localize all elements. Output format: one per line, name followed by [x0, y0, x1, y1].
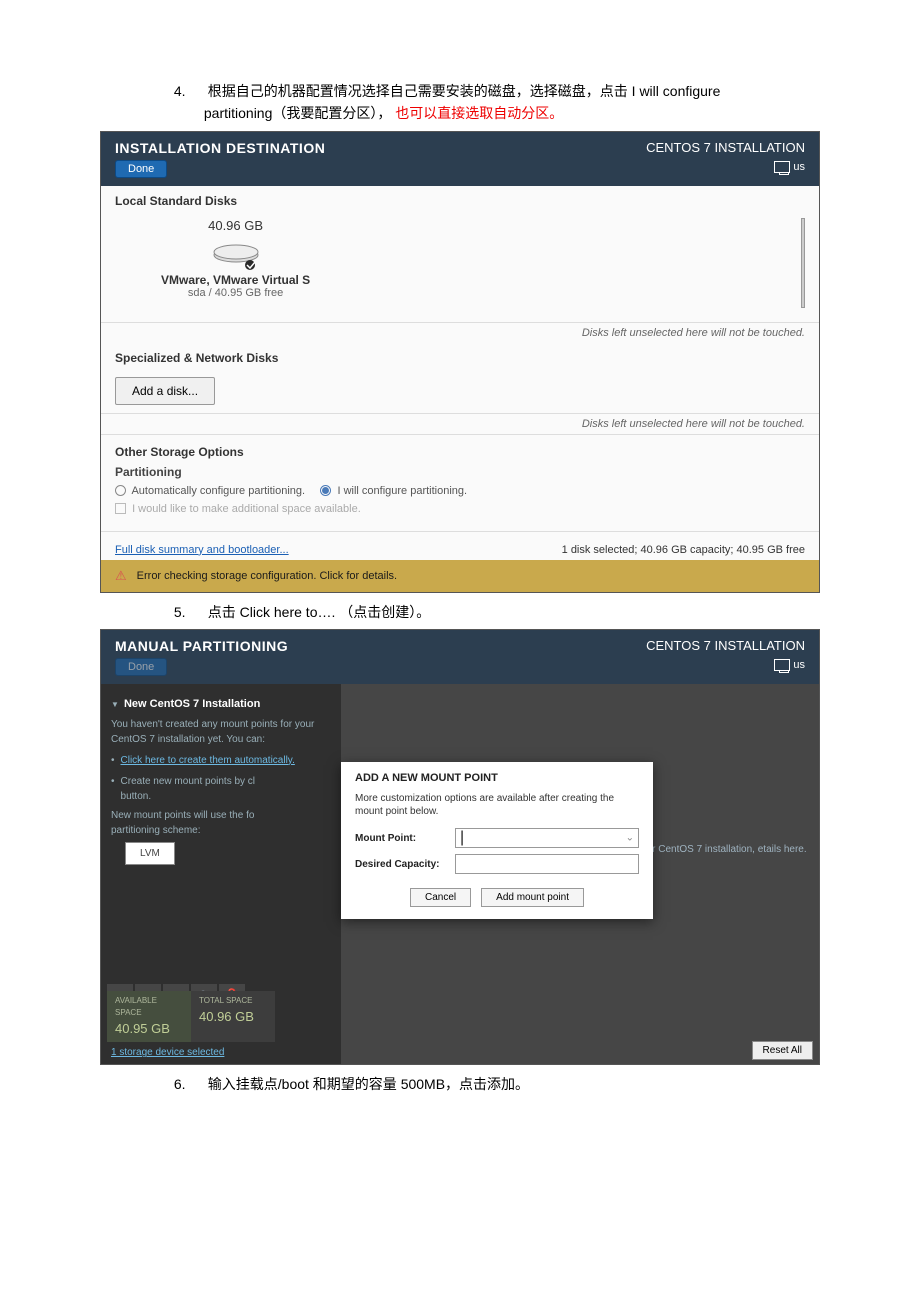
- step-5-instruction: 5. 点击 Click here to…. （点击创建）。: [100, 601, 820, 623]
- step4-text-a: 根据自己的机器配置情况选择自己需要安装的磁盘，选择磁盘，点击 I will co…: [208, 83, 721, 99]
- hint-text-2: Disks left unselected here will not be t…: [101, 413, 819, 434]
- chevron-down-icon[interactable]: ⌄: [626, 833, 634, 844]
- step4-number: 4.: [174, 80, 204, 102]
- step6-number: 6.: [174, 1073, 204, 1095]
- scrollbar[interactable]: [801, 218, 805, 308]
- reset-all-button[interactable]: Reset All: [752, 1041, 813, 1060]
- scheme-text-b: partitioning scheme:: [111, 825, 201, 836]
- step4-text-red: 也可以直接选取自动分区。: [395, 105, 563, 121]
- partition-scheme-select[interactable]: LVM: [125, 842, 175, 865]
- screenshot-manual-partitioning: MANUAL PARTITIONING Done CENTOS 7 INSTAL…: [100, 629, 820, 1065]
- screenshot-installation-destination: INSTALLATION DESTINATION Done CENTOS 7 I…: [100, 131, 820, 593]
- done-button-2[interactable]: Done: [115, 658, 167, 676]
- local-disks-heading: Local Standard Disks: [101, 186, 819, 212]
- radio-manual-configure[interactable]: [320, 485, 331, 496]
- new-install-title: ▼ New CentOS 7 Installation: [111, 696, 331, 713]
- bullet-icon-2: •: [111, 774, 115, 789]
- header-2: MANUAL PARTITIONING Done CENTOS 7 INSTAL…: [101, 630, 819, 684]
- checkbox-additional-space: [115, 503, 126, 514]
- radio-auto-configure[interactable]: [115, 485, 126, 496]
- no-mount-points-text: You haven't created any mount points for…: [111, 717, 331, 747]
- disk-item[interactable]: 40.96 GB VMware, VMware Virtual S sda / …: [161, 218, 310, 299]
- add-disk-button[interactable]: Add a disk...: [115, 377, 215, 405]
- total-space: TOTAL SPACE 40.96 GB: [191, 991, 275, 1043]
- radio-manual-label: I will configure partitioning.: [337, 485, 467, 497]
- disk-summary-link[interactable]: Full disk summary and bootloader...: [115, 544, 289, 556]
- error-bar[interactable]: ⚠ Error checking storage configuration. …: [101, 560, 819, 592]
- radio-auto-label: Automatically configure partitioning.: [131, 485, 305, 497]
- keyboard-icon: [774, 161, 790, 173]
- hint-text: Disks left unselected here will not be t…: [101, 322, 819, 343]
- done-button[interactable]: Done: [115, 160, 167, 178]
- step5-text: 点击 Click here to…. （点击创建）。: [208, 604, 430, 620]
- network-disks-heading: Specialized & Network Disks: [101, 343, 819, 369]
- desired-capacity-label: Desired Capacity:: [355, 859, 455, 870]
- available-space: AVAILABLE SPACE 40.95 GB: [107, 991, 191, 1043]
- keyboard-icon-2: [774, 659, 790, 671]
- add-mount-point-button[interactable]: Add mount point: [481, 888, 584, 907]
- create-mount-text-b: button.: [121, 791, 152, 802]
- partitioning-label: Partitioning: [115, 465, 805, 479]
- cancel-button[interactable]: Cancel: [410, 888, 471, 907]
- storage-devices-link[interactable]: 1 storage device selected: [111, 1045, 224, 1060]
- modal-description: More customization options are available…: [355, 792, 639, 818]
- keyboard-indicator-2: us: [774, 659, 805, 671]
- other-storage-heading: Other Storage Options: [115, 445, 805, 465]
- expand-arrow-icon[interactable]: ▼: [111, 699, 119, 711]
- disk-icon: [211, 239, 261, 267]
- status-text: 1 disk selected; 40.96 GB capacity; 40.9…: [562, 544, 805, 556]
- bullet-icon: •: [111, 753, 115, 768]
- installer-label-2: CENTOS 7 INSTALLATION: [646, 638, 805, 653]
- step4-text-b: partitioning（我要配置分区），: [204, 105, 392, 121]
- step6-text: 输入挂载点/boot 和期望的容量 500MB，点击添加。: [208, 1076, 529, 1092]
- disk-name: VMware, VMware Virtual S: [161, 273, 310, 287]
- step-4-instruction: 4. 根据自己的机器配置情况选择自己需要安装的磁盘，选择磁盘，点击 I will…: [100, 80, 820, 125]
- disk-size: 40.96 GB: [161, 218, 310, 233]
- header: INSTALLATION DESTINATION Done CENTOS 7 I…: [101, 132, 819, 186]
- left-panel: ▼ New CentOS 7 Installation You haven't …: [101, 684, 341, 1064]
- warning-icon: ⚠: [115, 568, 127, 584]
- error-text: Error checking storage configuration. Cl…: [137, 570, 397, 582]
- add-mount-point-modal: ADD A NEW MOUNT POINT More customization…: [341, 762, 653, 919]
- page-title: INSTALLATION DESTINATION: [115, 140, 325, 156]
- step-6-instruction: 6. 输入挂载点/boot 和期望的容量 500MB，点击添加。: [100, 1073, 820, 1095]
- auto-create-link[interactable]: Click here to create them automatically.: [121, 753, 295, 768]
- mount-point-label: Mount Point:: [355, 833, 455, 844]
- desired-capacity-input[interactable]: [455, 854, 639, 874]
- disk-subtitle: sda / 40.95 GB free: [161, 287, 310, 299]
- scheme-text-a: New mount points will use the fo: [111, 810, 254, 821]
- page-title-2: MANUAL PARTITIONING: [115, 638, 288, 654]
- mount-point-input[interactable]: | ⌄: [455, 828, 639, 848]
- checkbox-label: I would like to make additional space av…: [132, 503, 361, 515]
- create-mount-text-a: Create new mount points by cl: [121, 776, 256, 787]
- modal-title: ADD A NEW MOUNT POINT: [355, 772, 639, 784]
- keyboard-indicator: us: [774, 161, 805, 173]
- installer-label: CENTOS 7 INSTALLATION: [646, 140, 805, 155]
- step5-number: 5.: [174, 601, 204, 623]
